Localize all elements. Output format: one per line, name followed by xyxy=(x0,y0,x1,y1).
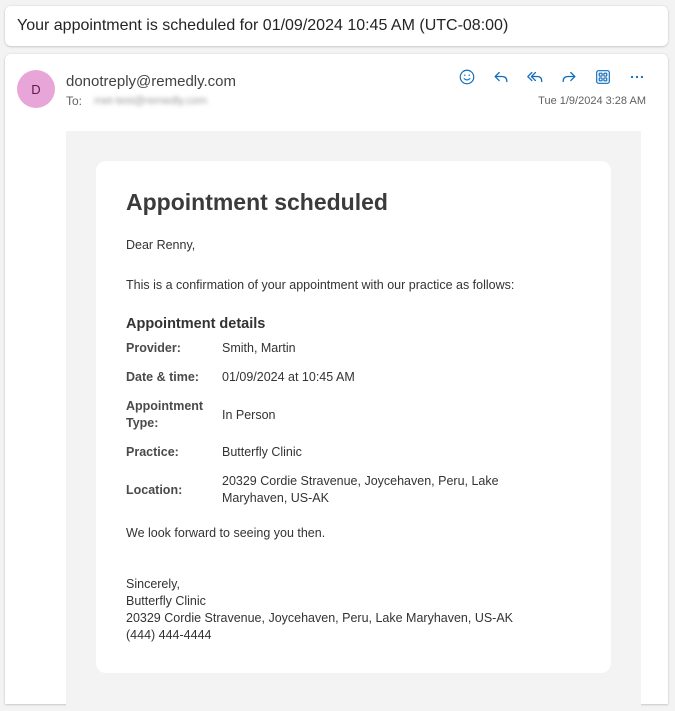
message-card: D donotreply@remedly.com To: met-test@re… xyxy=(5,54,668,711)
signature-practice: Butterfly Clinic xyxy=(126,594,206,608)
emoji-icon[interactable] xyxy=(456,66,478,88)
detail-value: In Person xyxy=(222,407,276,422)
detail-label: Practice: xyxy=(126,445,179,459)
detail-row-provider: Provider: Smith, Martin xyxy=(126,340,581,357)
sender-avatar[interactable]: D xyxy=(17,70,55,108)
message-actions xyxy=(456,66,648,88)
detail-label: Provider: xyxy=(126,341,181,355)
signature-address: 20329 Cordie Stravenue, Joycehaven, Peru… xyxy=(126,611,514,625)
email-body-background: Appointment scheduled Dear Renny, This i… xyxy=(66,131,641,711)
detail-row-practice: Practice: Butterfly Clinic xyxy=(126,444,581,461)
to-label: To: xyxy=(66,94,83,108)
detail-value: 20329 Cordie Stravenue, Joycehaven, Peru… xyxy=(222,474,499,505)
received-timestamp: Tue 1/9/2024 3:28 AM xyxy=(538,95,646,107)
more-icon[interactable] xyxy=(626,66,648,88)
detail-label: Location: xyxy=(126,482,183,497)
sender-address[interactable]: donotreply@remedly.com xyxy=(66,73,236,90)
closing-text: We look forward to seeing you then. xyxy=(126,526,326,540)
details-heading: Appointment details xyxy=(126,316,266,332)
avatar-initial: D xyxy=(31,81,41,97)
detail-row-location: Location: 20329 Cordie Stravenue, Joyceh… xyxy=(126,473,581,507)
forward-icon[interactable] xyxy=(558,66,580,88)
recipient-line: To: met-test@remedly.com xyxy=(66,94,207,108)
intro-text: This is a confirmation of your appointme… xyxy=(126,278,515,292)
signature-phone: (444) 444-4444 xyxy=(126,628,212,642)
email-title: Appointment scheduled xyxy=(126,189,388,215)
detail-row-datetime: Date & time: 01/09/2024 at 10:45 AM xyxy=(126,369,581,386)
subject-bar: Your appointment is scheduled for 01/09/… xyxy=(5,6,668,46)
detail-label: Appointment Type: xyxy=(126,399,204,430)
detail-row-type: Appointment Type: In Person xyxy=(126,398,581,432)
signature-signoff: Sincerely, xyxy=(126,577,180,591)
detail-value: 01/09/2024 at 10:45 AM xyxy=(222,370,355,384)
recipient-address[interactable]: met-test@remedly.com xyxy=(94,95,207,107)
reply-all-icon[interactable] xyxy=(524,66,546,88)
reply-icon[interactable] xyxy=(490,66,512,88)
detail-value: Smith, Martin xyxy=(222,341,296,355)
email-body: Appointment scheduled Dear Renny, This i… xyxy=(96,161,611,673)
detail-value: Butterfly Clinic xyxy=(222,445,302,459)
greeting: Dear Renny, xyxy=(126,238,196,252)
apps-icon[interactable] xyxy=(592,66,614,88)
email-subject: Your appointment is scheduled for 01/09/… xyxy=(17,17,509,34)
detail-label: Date & time: xyxy=(126,370,199,384)
